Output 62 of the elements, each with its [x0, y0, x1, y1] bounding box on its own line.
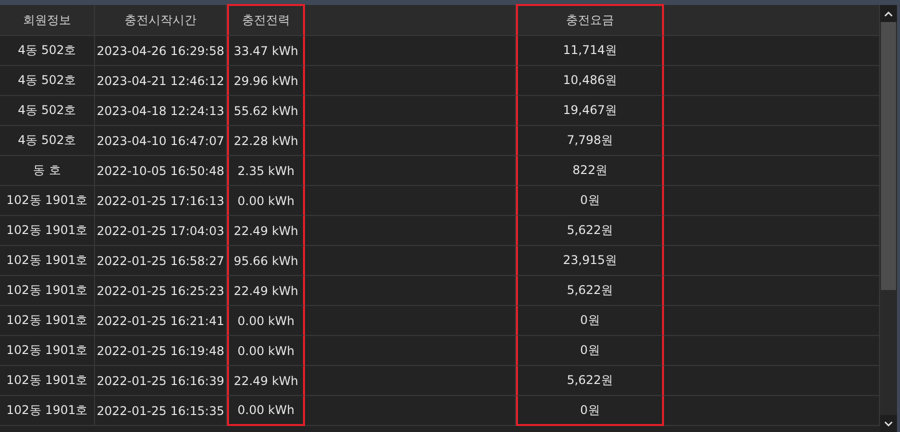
table-cell: 5,622원	[516, 276, 664, 306]
column-header[interactable]: 충전시작시간	[95, 5, 227, 36]
table-cell: 822원	[516, 156, 664, 186]
table-cell: 22.49 kWh	[227, 276, 305, 306]
table-cell: 102동 1901호	[0, 276, 95, 306]
table-cell: 23,915원	[516, 246, 664, 276]
table-cell: 2023-04-26 16:29:58	[95, 36, 227, 66]
table-cell: 4동 502호	[0, 96, 95, 126]
column-header[interactable]: 회원정보	[0, 5, 95, 36]
table-cell: 2022-01-25 16:58:27	[95, 246, 227, 276]
table-cell: 95.66 kWh	[227, 246, 305, 276]
table-cell: 102동 1901호	[0, 246, 95, 276]
column-header[interactable]: 충전전력	[227, 4, 305, 36]
table-cell: 5,622원	[516, 366, 664, 396]
table-cell: 22.49 kWh	[227, 366, 305, 396]
table-cell: 2022-01-25 17:16:13	[95, 186, 227, 216]
table-cell: 19,467원	[516, 96, 664, 126]
table-cell: 동 호	[0, 156, 95, 186]
table-cell: 5,622원	[516, 216, 664, 246]
table-cell: 29.96 kWh	[227, 66, 305, 96]
table-cell: 0.00 kWh	[227, 306, 305, 336]
chevron-up-icon	[884, 10, 893, 16]
table-cell: 0원	[516, 306, 664, 336]
table-cell: 22.49 kWh	[227, 216, 305, 246]
table-cell: 22.28 kWh	[227, 126, 305, 156]
scroll-thumb[interactable]	[881, 22, 896, 290]
scrollbar[interactable]	[880, 5, 897, 432]
table-cell: 2022-01-25 17:04:03	[95, 216, 227, 246]
table-cell: 2022-01-25 16:19:48	[95, 336, 227, 366]
table-cell: 102동 1901호	[0, 216, 95, 246]
table-cell: 2023-04-21 12:46:12	[95, 66, 227, 96]
table-cell: 0원	[516, 396, 664, 426]
chevron-down-icon	[884, 420, 893, 426]
table-cell: 55.62 kWh	[227, 96, 305, 126]
table-cell: 0.00 kWh	[227, 396, 305, 426]
table-cell: 2023-04-10 16:47:07	[95, 126, 227, 156]
table-cell: 0원	[516, 186, 664, 216]
table-cell: 2022-01-25 16:21:41	[95, 306, 227, 336]
table-cell: 2022-10-05 16:50:48	[95, 156, 227, 186]
table-cell: 102동 1901호	[0, 186, 95, 216]
table-cell: 102동 1901호	[0, 306, 95, 336]
table-cell: 2023-04-18 12:24:13	[95, 96, 227, 126]
table-cell: 4동 502호	[0, 126, 95, 156]
table-cell: 102동 1901호	[0, 336, 95, 366]
table-cell: 2022-01-25 16:16:39	[95, 366, 227, 396]
table-cell: 102동 1901호	[0, 396, 95, 426]
table-cell: 2022-01-25 16:15:35	[95, 396, 227, 426]
table-cell: 102동 1901호	[0, 366, 95, 396]
table-cell: 4동 502호	[0, 36, 95, 66]
table-cell: 0원	[516, 336, 664, 366]
table-cell: 11,714원	[516, 36, 664, 66]
table-cell: 33.47 kWh	[227, 36, 305, 66]
table-cell: 4동 502호	[0, 66, 95, 96]
column-header[interactable]: 충전요금	[516, 4, 664, 36]
table-cell: 10,486원	[516, 66, 664, 96]
table-cell: 0.00 kWh	[227, 336, 305, 366]
scroll-down-button[interactable]	[880, 415, 897, 432]
table-cell: 0.00 kWh	[227, 186, 305, 216]
table-cell: 2.35 kWh	[227, 156, 305, 186]
table-cell: 2022-01-25 16:25:23	[95, 276, 227, 306]
scroll-up-button[interactable]	[880, 5, 897, 22]
table-cell: 7,798원	[516, 126, 664, 156]
